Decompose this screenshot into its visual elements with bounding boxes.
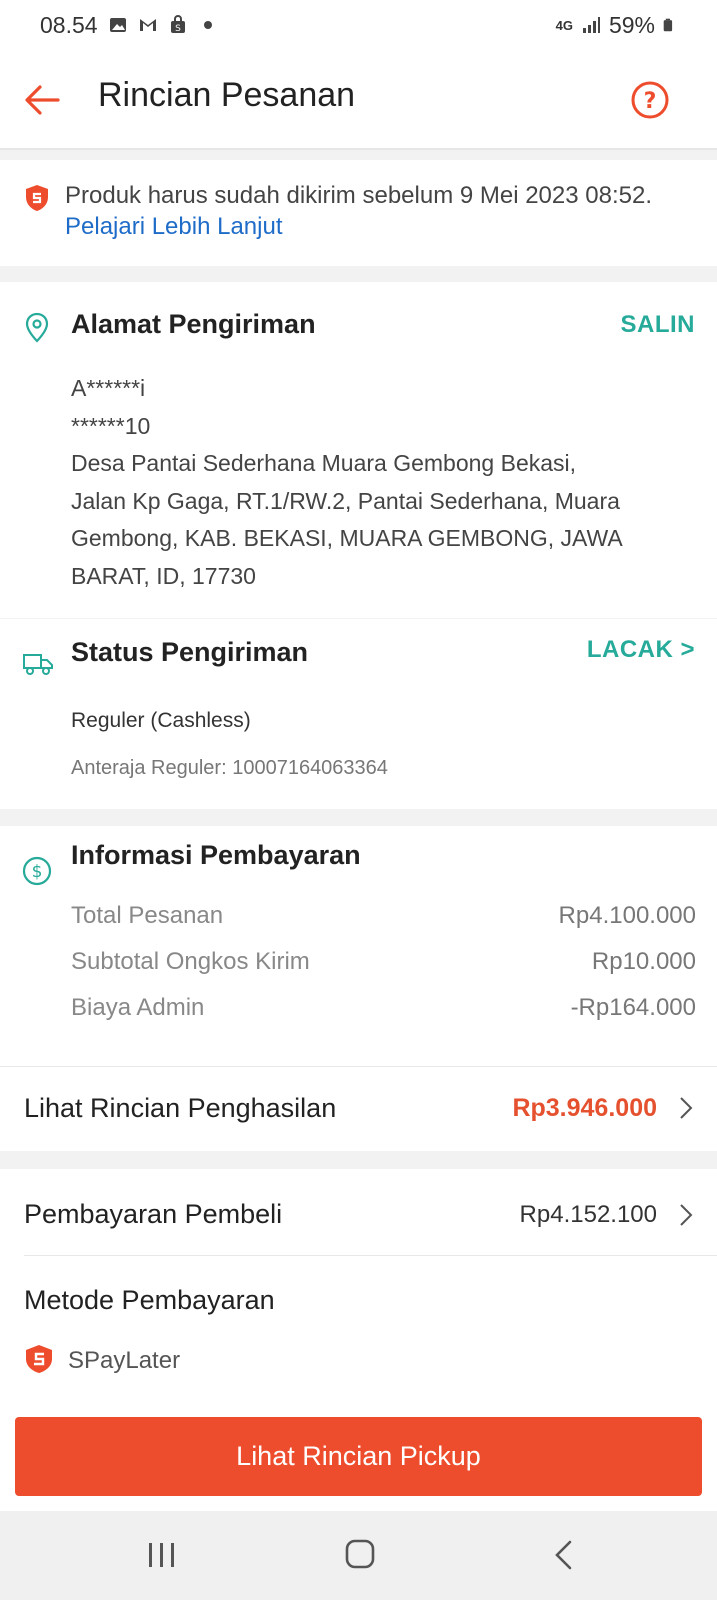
help-icon[interactable]: ? [630, 80, 670, 120]
payment-method-title: Metode Pembayaran [24, 1285, 275, 1315]
shipping-method: Reguler (Cashless) [71, 709, 251, 732]
payment-row: Total Pesanan Rp4.100.000 [71, 902, 696, 930]
shop-bag-icon: S [170, 15, 185, 34]
signal-icon [582, 17, 600, 33]
spaylater-icon [26, 1345, 52, 1373]
back-arrow-icon[interactable] [22, 80, 62, 120]
divider [24, 1255, 717, 1256]
status-bar: 08.54 S 4G 59% [0, 0, 717, 50]
track-shipment-button[interactable]: LACAK > [587, 636, 695, 664]
earnings-detail-row[interactable]: Lihat Rincian Penghasilan Rp3.946.000 [0, 1067, 717, 1151]
gmail-icon [139, 19, 156, 31]
chevron-right-icon [680, 1097, 693, 1119]
recents-icon[interactable] [146, 1541, 178, 1569]
shipping-status-title: Status Pengiriman [71, 637, 309, 667]
page-title: Rincian Pesanan [98, 76, 356, 114]
address-title: Alamat Pengiriman [71, 309, 316, 339]
network-type: 4G [555, 17, 573, 33]
payment-row: Biaya Admin -Rp164.000 [71, 994, 696, 1022]
battery-percent: 59% [608, 11, 655, 38]
order-total-label: Total Pesanan [71, 902, 224, 929]
chevron-right-icon[interactable] [679, 1203, 693, 1227]
shipping-subtotal-label: Subtotal Ongkos Kirim [71, 948, 310, 975]
payment-info-section: $ Informasi Pembayaran Total Pesanan Rp4… [0, 826, 717, 1066]
recipient-phone: ******10 [71, 412, 151, 439]
shipping-status-section: Status Pengiriman LACAK > Reguler (Cashl… [0, 619, 717, 809]
tracking-number: Anteraja Reguler: 10007164063364 [71, 757, 388, 779]
svg-text:S: S [175, 24, 181, 34]
status-time: 08.54 [40, 11, 98, 38]
payment-method-value: SPayLater [68, 1347, 181, 1374]
truck-icon [23, 654, 53, 675]
app-bar: Rincian Pesanan ? [0, 50, 717, 150]
address-line-2: Jalan Kp Gaga, RT.1/RW.2, Pantai Sederha… [71, 487, 620, 514]
recipient-name: A******i [71, 375, 146, 401]
admin-fee-label: Biaya Admin [71, 994, 205, 1021]
pickup-details-button[interactable]: Lihat Rincian Pickup [15, 1417, 702, 1496]
bottom-action-area: Lihat Rincian Pickup [0, 1401, 717, 1511]
admin-fee-value: -Rp164.000 [570, 994, 696, 1021]
location-pin-icon [25, 312, 49, 343]
home-icon[interactable] [344, 1538, 376, 1570]
dollar-circle-icon: $ [22, 856, 52, 886]
learn-more-link[interactable]: Pelajari Lebih Lanjut [65, 213, 283, 240]
notification-dot [203, 21, 212, 29]
buyer-payment-value[interactable]: Rp4.152.100 [520, 1201, 657, 1229]
shipping-subtotal-value: Rp10.000 [591, 948, 696, 975]
notice-text: Produk harus sudah dikirim sebelum 9 Mei… [65, 182, 652, 209]
svg-text:?: ? [644, 89, 657, 114]
buyer-payment-label: Pembayaran Pembeli [24, 1199, 283, 1229]
battery-icon [663, 18, 673, 32]
earnings-label: Lihat Rincian Penghasilan [24, 1093, 337, 1123]
earnings-value: Rp3.946.000 [512, 1094, 657, 1122]
payment-row: Subtotal Ongkos Kirim Rp10.000 [71, 948, 696, 976]
shield-icon [26, 185, 48, 211]
address-line-3: Gembong, KAB. BEKASI, MUARA GEMBONG, JAW… [71, 525, 623, 551]
system-nav-bar [0, 1511, 717, 1600]
payment-info-title: Informasi Pembayaran [71, 840, 361, 870]
shipping-address-section: Alamat Pengiriman SALIN A******i ******1… [0, 282, 717, 618]
shipping-deadline-notice: Produk harus sudah dikirim sebelum 9 Mei… [0, 160, 717, 266]
buyer-payment-section: Pembayaran Pembeli Rp4.152.100 Metode Pe… [0, 1169, 717, 1419]
system-back-icon[interactable] [552, 1539, 574, 1571]
svg-text:$: $ [32, 862, 43, 882]
copy-address-button[interactable]: SALIN [621, 311, 696, 339]
order-total-value: Rp4.100.000 [558, 902, 696, 929]
address-line-4: BARAT, ID, 17730 [71, 562, 256, 589]
address-line-1: Desa Pantai Sederhana Muara Gembong Beka… [71, 450, 577, 476]
gallery-icon [109, 18, 126, 32]
